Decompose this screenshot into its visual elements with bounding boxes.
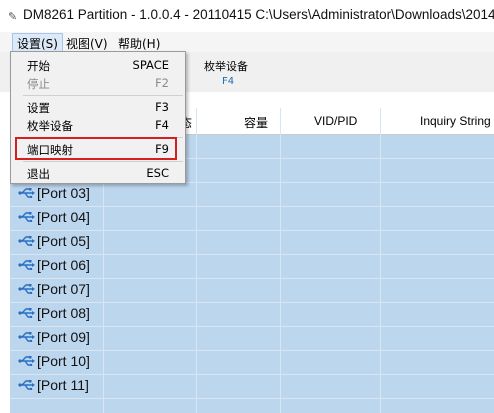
port-label: [Port 06] — [37, 257, 90, 273]
usb-icon — [18, 212, 35, 222]
menu-item-label: 开始 — [27, 59, 50, 73]
table-row[interactable]: [Port 05] — [18, 230, 90, 252]
table-row[interactable]: [Port 07] — [18, 278, 90, 300]
menu-item-start[interactable]: 开始 SPACE — [11, 56, 185, 74]
enumerate-button-key: F4 — [222, 76, 235, 87]
table-row[interactable]: [Port 08] — [18, 302, 90, 324]
usb-icon — [18, 236, 35, 246]
column-header-vidpid[interactable]: VID/PID — [314, 114, 357, 128]
port-label: [Port 10] — [37, 353, 90, 369]
menu-item-shortcut: F3 — [155, 100, 169, 114]
table-row[interactable]: [Port 09] — [18, 326, 90, 348]
menu-separator — [23, 95, 183, 96]
settings-dropdown-menu: 开始 SPACE 停止 F2 设置 F3 枚举设备 F4 端口映射 F9 退出 … — [10, 51, 186, 184]
highlight-box — [15, 137, 177, 160]
table-row[interactable]: [Port 11] — [18, 374, 89, 396]
usb-icon — [18, 356, 35, 366]
port-label: [Port 08] — [37, 305, 90, 321]
table-row[interactable]: [Port 06] — [18, 254, 90, 276]
window-title: DM8261 Partition - 1.0.0.4 - 20110415 C:… — [23, 7, 494, 22]
port-label: [Port 07] — [37, 281, 90, 297]
menu-item-label: 退出 — [27, 167, 50, 181]
table-row[interactable]: [Port 10] — [18, 350, 90, 372]
menu-item-shortcut: F4 — [155, 118, 169, 132]
usb-icon — [18, 260, 35, 270]
menu-item-enumerate[interactable]: 枚举设备 F4 — [11, 116, 185, 134]
grid-line — [10, 398, 494, 399]
title-bar: ✎ DM8261 Partition - 1.0.0.4 - 20110415 … — [0, 0, 494, 32]
menu-item-shortcut: F2 — [155, 76, 169, 90]
enumerate-button-label: 枚举设备 — [204, 60, 248, 73]
menu-item-label: 设置 — [27, 101, 50, 115]
menu-item-label: 停止 — [27, 77, 50, 91]
port-label: [Port 04] — [37, 209, 90, 225]
port-label: [Port 11] — [37, 377, 89, 393]
grid-line — [280, 108, 281, 413]
usb-icon — [18, 380, 35, 390]
usb-icon — [18, 284, 35, 294]
menu-separator — [23, 161, 183, 162]
usb-icon — [18, 188, 35, 198]
port-label: [Port 03] — [37, 185, 90, 201]
usb-icon — [18, 332, 35, 342]
grid-line — [380, 108, 381, 413]
app-icon: ✎ — [8, 10, 18, 23]
menu-item-settings[interactable]: 设置 F3 — [11, 98, 185, 116]
menu-item-shortcut: ESC — [146, 166, 169, 180]
table-row[interactable]: [Port 04] — [18, 206, 90, 228]
menu-item-shortcut: SPACE — [132, 58, 169, 72]
port-label: [Port 09] — [37, 329, 90, 345]
menu-item-label: 枚举设备 — [27, 119, 73, 133]
table-row[interactable]: [Port 03] — [18, 182, 90, 204]
menu-item-stop: 停止 F2 — [11, 74, 185, 92]
usb-icon — [18, 308, 35, 318]
port-label: [Port 05] — [37, 233, 90, 249]
menu-bar: 设置(S) 视图(V) 帮助(H) — [0, 32, 494, 54]
column-header-capacity[interactable]: 容量 — [244, 114, 268, 131]
column-header-inquiry[interactable]: Inquiry String — [420, 114, 491, 128]
menu-item-exit[interactable]: 退出 ESC — [11, 164, 185, 182]
grid-line — [196, 108, 197, 413]
